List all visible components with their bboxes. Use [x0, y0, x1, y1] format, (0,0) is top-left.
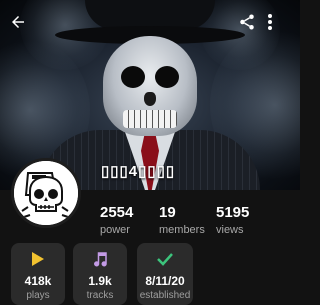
stat-views: 5195 views	[216, 204, 249, 236]
card-value: 1.9k	[88, 274, 112, 288]
tracks-card[interactable]: 1.9k tracks	[73, 243, 127, 305]
check-icon	[157, 253, 173, 266]
stat-label: power	[100, 224, 130, 236]
stat-value: 19	[159, 204, 176, 221]
card-label: tracks	[86, 290, 114, 301]
music-note-icon	[94, 252, 107, 267]
skull-graphic	[103, 36, 197, 136]
crew-avatar[interactable]	[11, 158, 81, 228]
stat-power: 2554 power	[100, 204, 133, 236]
share-icon	[240, 14, 254, 30]
play-icon	[32, 252, 44, 266]
stat-value: 2554	[100, 204, 134, 221]
stat-members[interactable]: 19 members	[159, 204, 205, 236]
stat-label: views	[216, 224, 244, 236]
card-label: established	[139, 290, 191, 301]
back-button[interactable]	[4, 8, 32, 36]
plays-card[interactable]: 418k plays	[11, 243, 65, 305]
card-value: 418k	[24, 274, 52, 288]
skull-avatar-icon	[14, 161, 78, 225]
crew-name: ▯▯▯4▯▯▯▯	[101, 163, 176, 180]
more-options-button[interactable]	[260, 10, 280, 34]
summary-cards: 418k plays 1.9k tracks 8/11/20 establish…	[11, 243, 300, 305]
arrow-left-icon	[12, 16, 24, 28]
more-vertical-icon	[268, 14, 272, 30]
stat-label: members	[159, 224, 205, 236]
top-bar	[0, 0, 300, 44]
card-value: 8/11/20	[145, 274, 185, 288]
share-button[interactable]	[236, 10, 258, 34]
card-label: plays	[26, 290, 50, 301]
established-card[interactable]: 8/11/20 established	[137, 243, 193, 305]
stat-value: 5195	[216, 204, 250, 221]
